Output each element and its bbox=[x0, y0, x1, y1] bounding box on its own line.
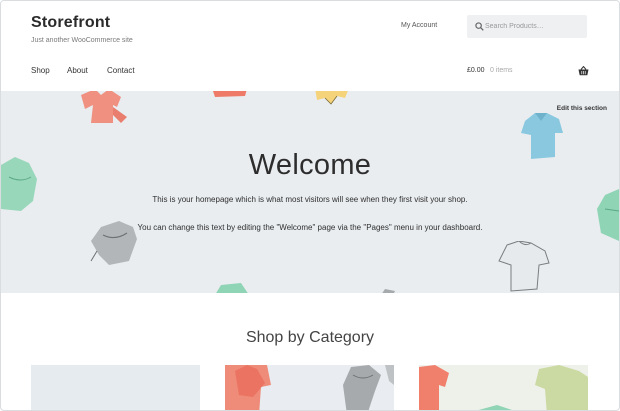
site-title[interactable]: Storefront bbox=[31, 14, 110, 32]
site-header: Storefront Just another WooCommerce site… bbox=[1, 1, 619, 91]
hero-paragraph-1: This is your homepage which is what most… bbox=[152, 195, 468, 204]
nav-item-about[interactable]: About bbox=[67, 66, 88, 75]
welcome-hero: Edit this section Welcome This is your h… bbox=[1, 91, 619, 293]
nav-item-contact[interactable]: Contact bbox=[107, 66, 135, 75]
category-card-3[interactable] bbox=[419, 365, 588, 410]
category-clothing-image bbox=[225, 365, 394, 410]
search-icon bbox=[475, 22, 484, 31]
my-account-link[interactable]: My Account bbox=[401, 22, 437, 29]
mint-garment-illustration bbox=[216, 283, 248, 293]
hero-paragraph-2: You can change this text by editing the … bbox=[137, 223, 483, 232]
nav-item-shop[interactable]: Shop bbox=[31, 66, 50, 75]
hero-title: Welcome bbox=[248, 149, 372, 181]
cart-item-count[interactable]: 0 items bbox=[490, 67, 513, 74]
search-box[interactable] bbox=[467, 15, 587, 38]
category-card-2[interactable] bbox=[225, 365, 394, 410]
category-card-1[interactable] bbox=[31, 365, 200, 410]
coral-hoodie-illustration bbox=[81, 91, 127, 123]
shop-by-category-title: Shop by Category bbox=[245, 329, 375, 346]
yellow-shirt-illustration bbox=[315, 91, 348, 105]
basket-icon[interactable] bbox=[578, 66, 589, 76]
coral-garment-illustration bbox=[213, 91, 247, 97]
cart-total[interactable]: £0.00 bbox=[467, 67, 485, 74]
page-frame: Storefront Just another WooCommerce site… bbox=[0, 0, 620, 411]
site-tagline: Just another WooCommerce site bbox=[31, 37, 133, 44]
gray-garment-illustration bbox=[382, 289, 395, 293]
gray-tshirt-illustration bbox=[498, 241, 550, 292]
category-tshirts-image bbox=[419, 365, 588, 410]
edit-section-link[interactable]: Edit this section bbox=[557, 105, 607, 112]
search-input[interactable] bbox=[485, 19, 583, 34]
